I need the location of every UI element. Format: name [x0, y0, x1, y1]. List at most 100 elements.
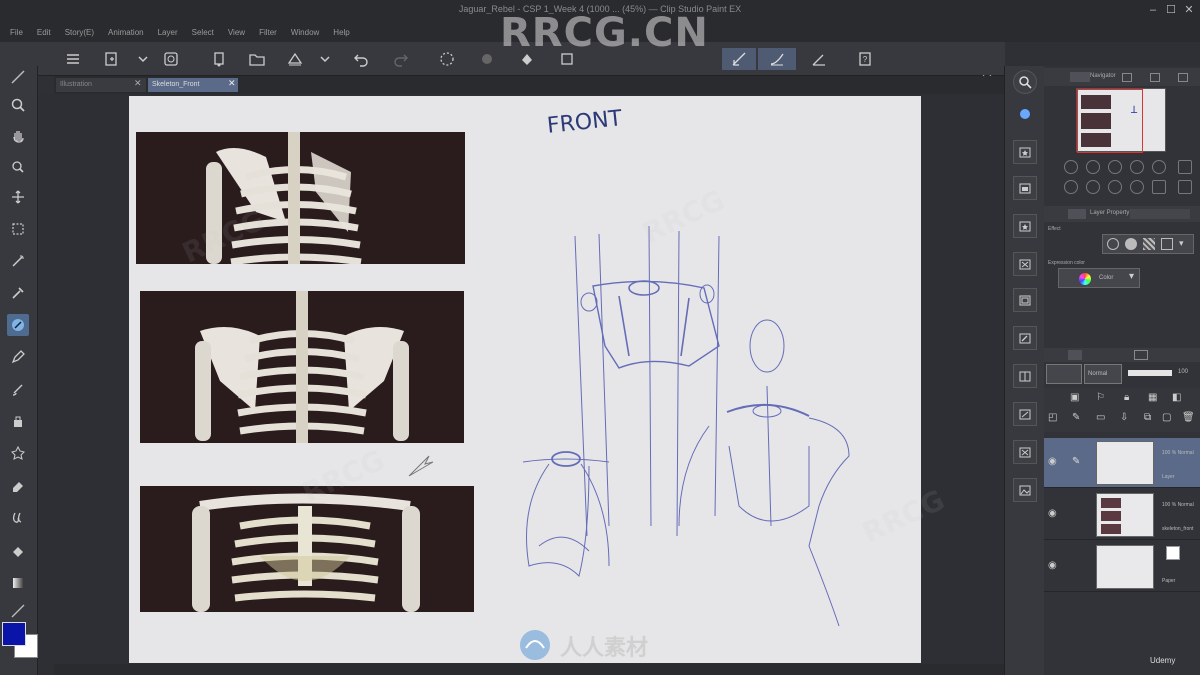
airbrush-icon[interactable]	[7, 410, 29, 432]
menu-file[interactable]: File	[10, 28, 23, 37]
blend-mode-select[interactable]: Normal	[1084, 364, 1122, 384]
color-effect-icon[interactable]	[1125, 238, 1137, 250]
selection-area-icon[interactable]	[7, 218, 29, 240]
extract-line-icon[interactable]	[1161, 238, 1173, 250]
clip-studio-icon[interactable]	[160, 48, 182, 70]
snap-grid-icon[interactable]	[808, 48, 830, 70]
fill-bucket-icon[interactable]	[7, 540, 29, 562]
figure-icon[interactable]	[7, 604, 29, 618]
layer-tab-icon[interactable]	[1068, 350, 1082, 360]
tone-effect-icon[interactable]	[1143, 238, 1155, 250]
navigator-preview[interactable]: ꓕ	[1076, 88, 1166, 153]
material-star-icon[interactable]	[1013, 214, 1037, 238]
menu-view[interactable]: View	[228, 28, 245, 37]
search-icon[interactable]	[1013, 70, 1037, 94]
redo-icon[interactable]	[390, 48, 412, 70]
auto-select-icon[interactable]	[7, 250, 29, 272]
zoom-reset-icon[interactable]	[1130, 160, 1144, 174]
zoom-out-icon[interactable]	[1064, 160, 1078, 174]
main-color-swatch[interactable]	[2, 622, 26, 646]
material-monochrome-icon[interactable]	[1013, 252, 1037, 276]
rotate-reset-icon[interactable]	[1108, 180, 1122, 194]
mask-icon[interactable]: ◧	[1172, 392, 1181, 403]
zoom-fit-icon[interactable]	[1108, 160, 1122, 174]
navigator-tab-icon[interactable]	[1070, 72, 1090, 82]
pencil-icon[interactable]	[7, 346, 29, 368]
save-icon[interactable]	[284, 48, 306, 70]
undo-icon[interactable]	[350, 48, 372, 70]
selection-icon[interactable]	[436, 48, 458, 70]
new-folder-icon[interactable]: ▭	[1096, 412, 1105, 423]
lock-icon[interactable]: 🔒︎	[1124, 392, 1129, 403]
opacity-slider[interactable]	[1128, 370, 1172, 376]
eye-icon[interactable]: ◉	[1048, 456, 1057, 467]
pen-tool-icon[interactable]	[7, 314, 29, 336]
material-folder-icon[interactable]	[1013, 176, 1037, 200]
material-picture-icon[interactable]	[1013, 478, 1037, 502]
new-file-icon[interactable]	[100, 48, 122, 70]
layer-row[interactable]: ◉ ✎ 100 % Normal Layer	[1044, 438, 1200, 488]
flip-vertical-icon[interactable]	[1178, 180, 1192, 194]
subview-icon[interactable]	[1122, 73, 1132, 82]
layer-row[interactable]: ◉ Paper	[1044, 542, 1200, 592]
menu-edit[interactable]: Edit	[37, 28, 51, 37]
chevron-down-icon[interactable]: ▾	[1179, 238, 1184, 249]
layer-effect-buttons[interactable]: ▾	[1102, 234, 1194, 254]
minimize-button[interactable]: –	[1146, 3, 1160, 17]
snap-special-ruler-icon[interactable]	[758, 48, 796, 70]
new-vector-layer-icon[interactable]: ✎	[1072, 412, 1080, 423]
lock-transparent-icon[interactable]: ▦	[1148, 392, 1157, 403]
menu-select[interactable]: Select	[192, 28, 214, 37]
material-cross-icon[interactable]	[1013, 440, 1037, 464]
close-icon[interactable]: ✕	[228, 78, 236, 89]
rotate-right-icon[interactable]	[1086, 180, 1100, 194]
layer-property-tab-icon[interactable]	[1068, 209, 1086, 219]
pen-pressure-icon[interactable]	[7, 70, 29, 84]
maximize-button[interactable]: ☐	[1164, 3, 1178, 17]
menu-animation[interactable]: Animation	[108, 28, 144, 37]
fit-window-icon[interactable]	[1152, 160, 1166, 174]
eyedropper-icon[interactable]	[7, 282, 29, 304]
new-raster-layer-icon[interactable]: ◰	[1048, 412, 1057, 423]
material-pencil-icon[interactable]	[1013, 402, 1037, 426]
menu-filter[interactable]: Filter	[259, 28, 277, 37]
tab-illustration[interactable]: Illustration	[56, 78, 146, 92]
move-layer-icon[interactable]	[7, 186, 29, 208]
material-split-icon[interactable]	[1013, 364, 1037, 388]
material-pen-icon[interactable]	[1013, 326, 1037, 350]
rotate-left-icon[interactable]	[1064, 180, 1078, 194]
flip-icon[interactable]	[1178, 160, 1192, 174]
delete-layer-icon[interactable]: 🗑︎	[1182, 412, 1195, 423]
close-icon[interactable]: ✕	[134, 78, 142, 89]
chevron-down-icon[interactable]	[132, 48, 154, 70]
eraser-icon[interactable]	[7, 474, 29, 496]
zoom-in-icon[interactable]	[1086, 160, 1100, 174]
material-star-icon[interactable]	[1013, 140, 1037, 164]
tool-property-tab[interactable]	[1130, 209, 1190, 219]
layer-row[interactable]: ◉ 100 % Normal skeleton_front	[1044, 490, 1200, 540]
reference-layer-icon[interactable]: ⚐	[1096, 392, 1105, 403]
chevron-down-icon[interactable]	[314, 48, 336, 70]
close-button[interactable]: ✕	[1182, 3, 1196, 17]
help-icon[interactable]: ?	[854, 48, 876, 70]
border-effect-icon[interactable]	[1107, 238, 1119, 250]
transfer-down-icon[interactable]: ⇩	[1120, 412, 1128, 423]
menu-help[interactable]: Help	[333, 28, 349, 37]
clear-icon[interactable]	[476, 48, 498, 70]
eye-icon[interactable]: ◉	[1048, 560, 1057, 571]
drawing-canvas[interactable]: FRONT	[129, 96, 921, 663]
menu-layer[interactable]: Layer	[158, 28, 178, 37]
info-icon[interactable]	[1150, 73, 1160, 82]
blend-icon[interactable]	[7, 506, 29, 528]
layer-mask-icon[interactable]: ▢	[1162, 412, 1171, 423]
new-canvas-icon[interactable]	[208, 48, 230, 70]
menu-window[interactable]: Window	[291, 28, 319, 37]
operation-icon[interactable]	[7, 156, 29, 178]
item-bank-icon[interactable]	[1178, 73, 1188, 82]
rotate-mirror-icon[interactable]	[1130, 180, 1144, 194]
layer-color-select[interactable]	[1046, 364, 1082, 384]
zoom-icon[interactable]	[7, 94, 29, 116]
hand-icon[interactable]	[7, 124, 29, 146]
open-folder-icon[interactable]	[246, 48, 268, 70]
decoration-icon[interactable]	[7, 442, 29, 464]
